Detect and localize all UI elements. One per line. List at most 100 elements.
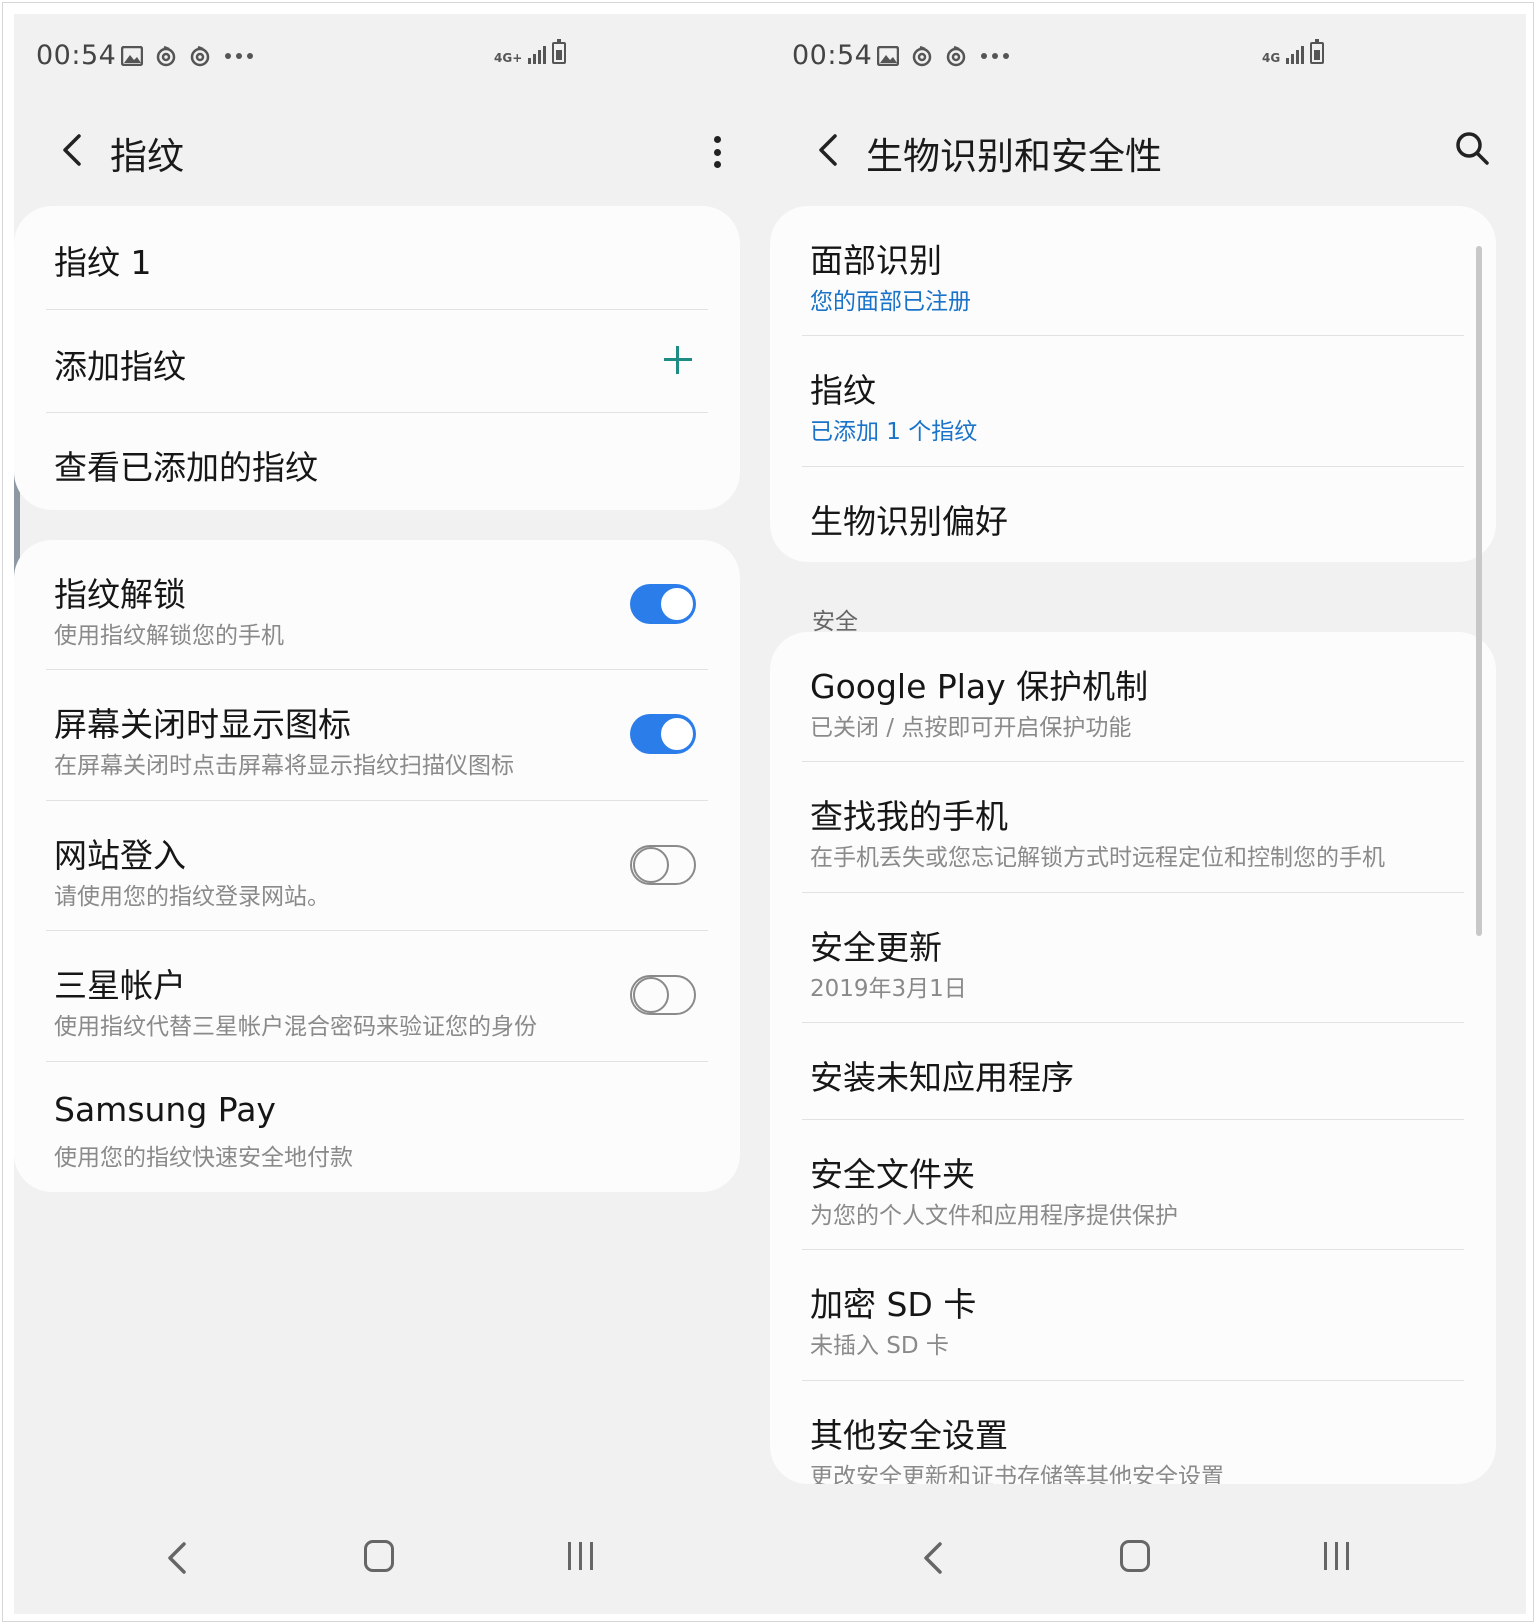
google-play-protect-title: Google Play 保护机制 <box>810 667 1149 706</box>
security-update-subtitle: 2019年3月1日 <box>810 976 967 1002</box>
encrypt-sd-card-subtitle: 未插入 SD 卡 <box>810 1333 949 1359</box>
navigation-bar <box>770 1504 1526 1614</box>
samsung-account-title: 三星帐户 <box>54 966 186 1005</box>
status-bar: 00:54 4G <box>770 14 1526 102</box>
security-card: Google Play 保护机制 已关闭 / 点按即可开启保护功能 查找我的手机… <box>770 632 1496 1484</box>
face-recognition-subtitle: 您的面部已注册 <box>810 289 971 315</box>
list-item-web-sign-in[interactable]: 网站登入 请使用您的指纹登录网站。 <box>46 801 708 931</box>
samsung-pay-title: Samsung Pay <box>54 1090 276 1129</box>
list-item-view-fingerprints[interactable]: 查看已添加的指纹 <box>46 413 708 510</box>
signal-icon <box>1286 42 1305 64</box>
find-my-mobile-title: 查找我的手机 <box>810 797 1008 836</box>
nav-home-icon[interactable] <box>364 1540 394 1572</box>
list-item-encrypt-sd-card[interactable]: 加密 SD 卡 未插入 SD 卡 <box>802 1250 1464 1381</box>
security-section-header: 安全 <box>812 609 858 635</box>
nav-recent-apps-icon[interactable] <box>568 1542 593 1570</box>
add-fingerprint-label: 添加指纹 <box>54 347 186 386</box>
netease-notification-icon-2 <box>944 44 968 68</box>
chevron-left-icon <box>63 134 81 166</box>
nav-back-icon[interactable] <box>918 1538 948 1578</box>
secure-folder-title: 安全文件夹 <box>810 1155 975 1194</box>
list-item-biometrics-preferences[interactable]: 生物识别偏好 <box>802 467 1464 562</box>
web-sign-in-subtitle: 请使用您的指纹登录网站。 <box>54 884 330 910</box>
plus-icon <box>658 340 698 380</box>
battery-icon <box>1310 39 1325 64</box>
google-play-protect-subtitle: 已关闭 / 点按即可开启保护功能 <box>810 715 1132 741</box>
network-type-label: 4G <box>1262 51 1281 65</box>
fingerprints-subtitle: 已添加 1 个指纹 <box>810 419 978 445</box>
fingerprint-unlock-toggle[interactable] <box>630 584 696 624</box>
list-item-fingerprint-unlock[interactable]: 指纹解锁 使用指纹解锁您的手机 <box>46 540 708 670</box>
web-sign-in-toggle[interactable] <box>630 845 696 885</box>
list-item-other-security-settings[interactable]: 其他安全设置 更改安全更新和证书存储等其他安全设置 <box>802 1381 1464 1484</box>
list-item-samsung-account[interactable]: 三星帐户 使用指纹代替三星帐户混合密码来验证您的身份 <box>46 931 708 1062</box>
samsung-account-toggle[interactable] <box>630 975 696 1015</box>
list-item-install-unknown-apps[interactable]: 安装未知应用程序 <box>802 1023 1464 1120</box>
security-update-title: 安全更新 <box>810 928 942 967</box>
list-item-screen-off-icon[interactable]: 屏幕关闭时显示图标 在屏幕关闭时点击屏幕将显示指纹扫描仪图标 <box>46 670 708 801</box>
fingerprint-options-card: 指纹解锁 使用指纹解锁您的手机 屏幕关闭时显示图标 在屏幕关闭时点击屏幕将显示指… <box>14 540 740 1192</box>
view-fingerprints-label: 查看已添加的指纹 <box>54 448 318 487</box>
more-options-icon[interactable] <box>702 132 732 172</box>
netease-notification-icon <box>154 44 178 68</box>
status-time: 00:54 <box>792 40 873 71</box>
screen-off-icon-subtitle: 在屏幕关闭时点击屏幕将显示指纹扫描仪图标 <box>54 753 514 779</box>
network-status: 4G+ <box>494 39 567 65</box>
list-item-samsung-pay[interactable]: Samsung Pay 使用您的指纹快速安全地付款 <box>46 1062 708 1192</box>
nav-back-icon[interactable] <box>162 1538 192 1578</box>
app-bar: 生物识别和安全性 <box>770 102 1526 202</box>
fingerprint-screen: 00:54 4G+ 指纹 指纹 1 添加指纹 查看已添加的指纹 指纹解锁 使用指… <box>14 14 770 1614</box>
fingerprint-unlock-subtitle: 使用指纹解锁您的手机 <box>54 623 284 649</box>
more-notifications-icon <box>978 44 1012 68</box>
netease-notification-icon <box>910 44 934 68</box>
list-item-fingerprints[interactable]: 指纹 已添加 1 个指纹 <box>802 336 1464 467</box>
list-item-secure-folder[interactable]: 安全文件夹 为您的个人文件和应用程序提供保护 <box>802 1120 1464 1250</box>
biometrics-security-screen: 00:54 4G 生物识别和安全性 面部识别 您的面部已注册 指纹 已添加 1 … <box>770 14 1526 1614</box>
more-notifications-icon <box>222 44 256 68</box>
encrypt-sd-card-title: 加密 SD 卡 <box>810 1285 977 1324</box>
fingerprints-title: 指纹 <box>810 371 876 410</box>
signal-icon <box>528 42 547 64</box>
fingerprint-unlock-title: 指纹解锁 <box>54 575 186 614</box>
battery-icon <box>552 39 567 64</box>
page-title: 生物识别和安全性 <box>866 135 1162 178</box>
fingerprints-card: 指纹 1 添加指纹 查看已添加的指纹 <box>14 206 740 510</box>
page-title: 指纹 <box>110 135 184 178</box>
back-button[interactable] <box>808 130 848 170</box>
secure-folder-subtitle: 为您的个人文件和应用程序提供保护 <box>810 1203 1178 1229</box>
list-item-fingerprint-1[interactable]: 指纹 1 <box>46 206 708 310</box>
network-type-label: 4G+ <box>494 51 523 65</box>
nav-home-icon[interactable] <box>1120 1540 1150 1572</box>
status-time: 00:54 <box>36 40 117 71</box>
samsung-pay-subtitle: 使用您的指纹快速安全地付款 <box>54 1145 353 1171</box>
list-item-find-my-mobile[interactable]: 查找我的手机 在手机丢失或您忘记解锁方式时远程定位和控制您的手机 <box>802 762 1464 893</box>
other-security-settings-subtitle: 更改安全更新和证书存储等其他安全设置 <box>810 1464 1224 1484</box>
biometrics-card: 面部识别 您的面部已注册 指纹 已添加 1 个指纹 生物识别偏好 <box>770 206 1496 562</box>
nav-recent-apps-icon[interactable] <box>1324 1542 1349 1570</box>
network-status: 4G <box>1262 39 1325 65</box>
scrollbar[interactable] <box>1476 246 1482 936</box>
status-bar: 00:54 4G+ <box>14 14 770 102</box>
samsung-account-subtitle: 使用指纹代替三星帐户混合密码来验证您的身份 <box>54 1014 537 1040</box>
netease-notification-icon-2 <box>188 44 212 68</box>
chevron-left-icon <box>819 134 837 166</box>
list-item-add-fingerprint[interactable]: 添加指纹 <box>46 310 708 413</box>
navigation-bar <box>14 1504 770 1614</box>
install-unknown-apps-title: 安装未知应用程序 <box>810 1058 1074 1097</box>
app-bar: 指纹 <box>14 102 770 202</box>
face-recognition-title: 面部识别 <box>810 241 942 280</box>
gallery-notification-icon <box>120 44 144 68</box>
back-button[interactable] <box>52 130 92 170</box>
find-my-mobile-subtitle: 在手机丢失或您忘记解锁方式时远程定位和控制您的手机 <box>810 845 1385 871</box>
list-item-security-update[interactable]: 安全更新 2019年3月1日 <box>802 893 1464 1023</box>
screen-off-icon-title: 屏幕关闭时显示图标 <box>54 705 351 744</box>
fingerprint-1-label: 指纹 1 <box>54 243 152 282</box>
gallery-notification-icon <box>876 44 900 68</box>
biometrics-preferences-title: 生物识别偏好 <box>810 502 1008 541</box>
web-sign-in-title: 网站登入 <box>54 836 186 875</box>
screen-off-icon-toggle[interactable] <box>630 714 696 754</box>
other-security-settings-title: 其他安全设置 <box>810 1416 1008 1455</box>
list-item-face-recognition[interactable]: 面部识别 您的面部已注册 <box>802 206 1464 336</box>
search-icon[interactable] <box>1452 128 1492 168</box>
list-item-google-play-protect[interactable]: Google Play 保护机制 已关闭 / 点按即可开启保护功能 <box>802 632 1464 762</box>
